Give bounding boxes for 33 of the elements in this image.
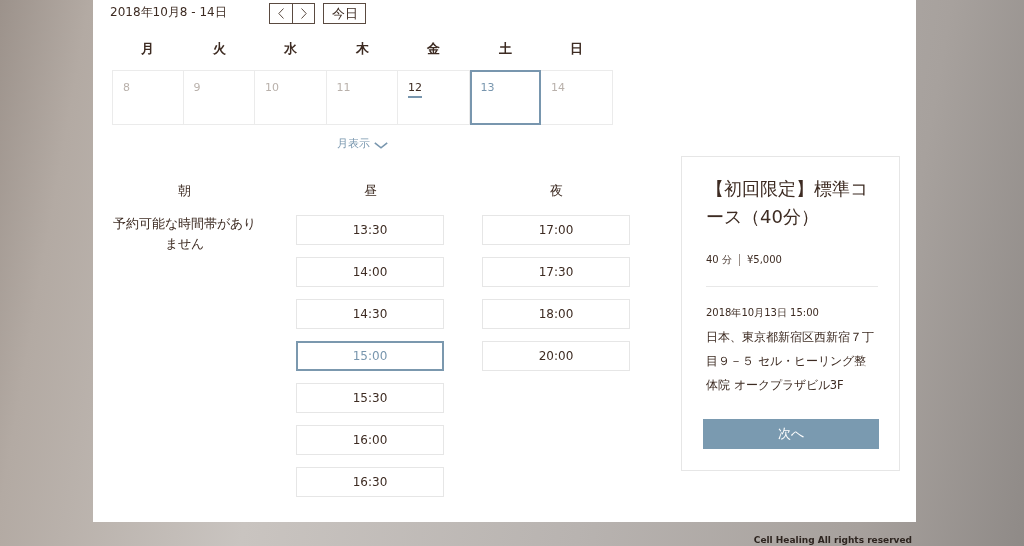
- time-slot-button[interactable]: 14:30: [296, 299, 444, 329]
- course-title: 【初回限定】標準コース（40分）: [706, 177, 869, 229]
- duration-text: 40 分: [706, 253, 732, 267]
- time-slot-button[interactable]: 14:00: [296, 257, 444, 287]
- time-slot-button[interactable]: 18:00: [482, 299, 630, 329]
- copyright-text: Cell Healing All rights reserved: [753, 534, 912, 546]
- time-slot-button[interactable]: 17:30: [482, 257, 630, 287]
- no-availability-message: 予約可能な時間帯がありません: [111, 215, 257, 253]
- appointment-datetime: 2018年10月13日 15:00: [706, 306, 820, 320]
- time-slot-button[interactable]: 16:00: [296, 425, 444, 455]
- weekday-label: 木: [354, 40, 370, 58]
- weekday-label: 火: [211, 40, 227, 58]
- weekday-label: 水: [283, 40, 299, 58]
- address-text: 日本、東京都新宿区西新宿７丁目９－５ セル・ヒーリング整体院 オークプラザビル3F: [706, 329, 875, 394]
- period-heading: 夜: [549, 183, 563, 199]
- period-heading: 朝: [177, 183, 191, 199]
- time-slot-button[interactable]: 13:30: [296, 215, 444, 245]
- week-range-title: 2018年10月8 - 14日: [110, 4, 228, 19]
- weekday-label: 月: [140, 40, 156, 58]
- time-slot-button[interactable]: 20:00: [482, 341, 630, 371]
- chevron-right-icon: [300, 8, 307, 19]
- price-text: ¥5,000: [746, 253, 782, 267]
- time-slot-button[interactable]: 17:00: [482, 215, 630, 245]
- chevron-down-icon: [374, 141, 388, 149]
- time-slot-button[interactable]: 15:30: [296, 383, 444, 413]
- weekday-label: 日: [569, 40, 585, 58]
- time-slot-button[interactable]: 16:30: [296, 467, 444, 497]
- weekday-label: 金: [426, 40, 442, 58]
- period-heading: 昼: [363, 183, 377, 199]
- chevron-left-icon: [278, 8, 284, 19]
- day-cell[interactable]: 12: [398, 70, 470, 125]
- today-button[interactable]: 今日: [323, 3, 366, 24]
- weekday-label: 土: [497, 40, 513, 58]
